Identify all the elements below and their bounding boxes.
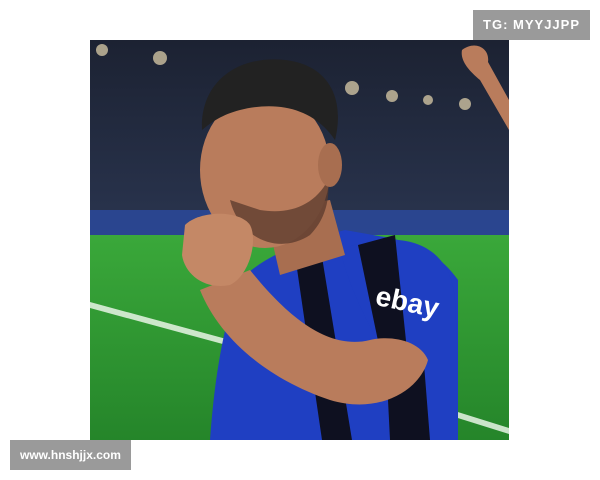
ear xyxy=(318,143,342,187)
match-photo: ebay xyxy=(90,40,509,440)
telegram-watermark: TG: MYYJJPP xyxy=(473,10,590,40)
site-watermark: www.hnshjjx.com xyxy=(10,440,131,470)
player-photo-illustration: ebay xyxy=(90,40,509,440)
